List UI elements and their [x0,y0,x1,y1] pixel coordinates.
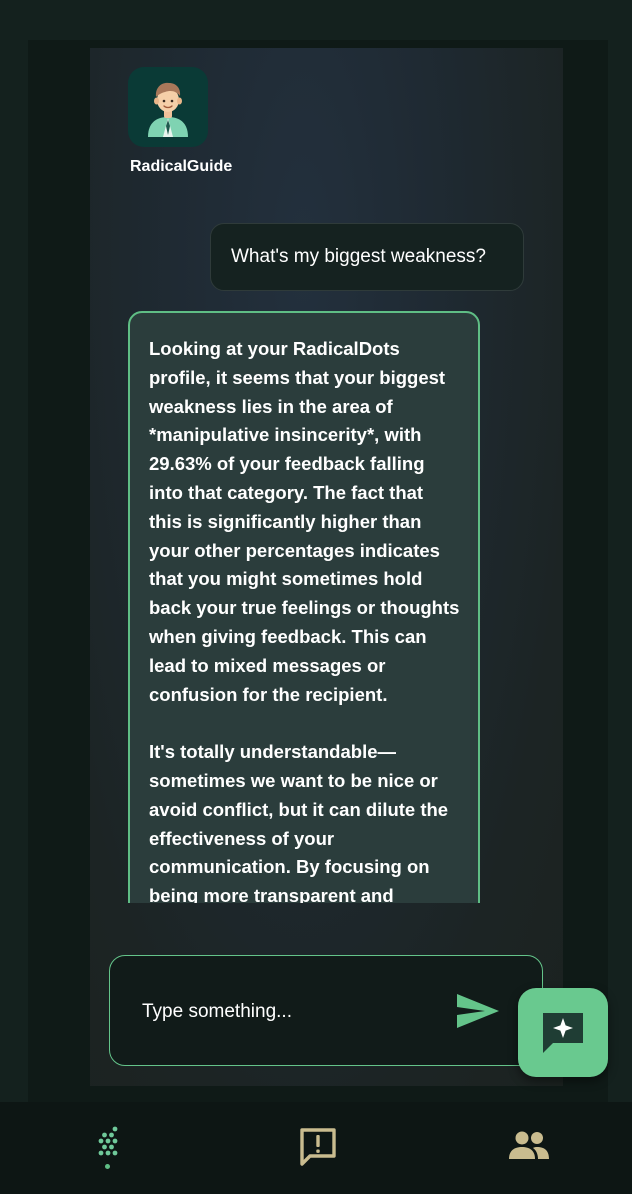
assistant-message-paragraph: It's totally understandable—sometimes we… [149,741,449,903]
assistant-message-bubble: Looking at your RadicalDots profile, it … [128,311,480,903]
message-composer [109,955,543,1066]
send-button[interactable] [455,992,501,1030]
chat-sparkle-icon [543,1012,583,1053]
user-message-text: What's my biggest weakness? [231,246,486,267]
message-scroll-area[interactable]: Looking at your RadicalDots profile, it … [128,311,480,903]
active-indicator [105,1164,110,1169]
message-input[interactable] [142,996,442,1028]
bot-name: RadicalGuide [130,158,233,175]
nav-item-people[interactable] [506,1126,552,1166]
send-icon [457,994,499,1028]
bottom-nav [0,1102,632,1194]
bot-avatar [128,67,208,147]
guide-avatar-icon [148,82,188,137]
assistant-message-paragraph: Looking at your RadicalDots profile, it … [149,338,460,705]
nav-item-feedback[interactable] [296,1124,340,1168]
dots-grid-icon [98,1126,118,1156]
feedback-icon [300,1128,336,1166]
people-icon [509,1131,549,1159]
nav-item-home[interactable] [84,1118,132,1178]
new-chat-button[interactable] [518,988,608,1077]
user-message-bubble: What's my biggest weakness? [210,223,524,291]
